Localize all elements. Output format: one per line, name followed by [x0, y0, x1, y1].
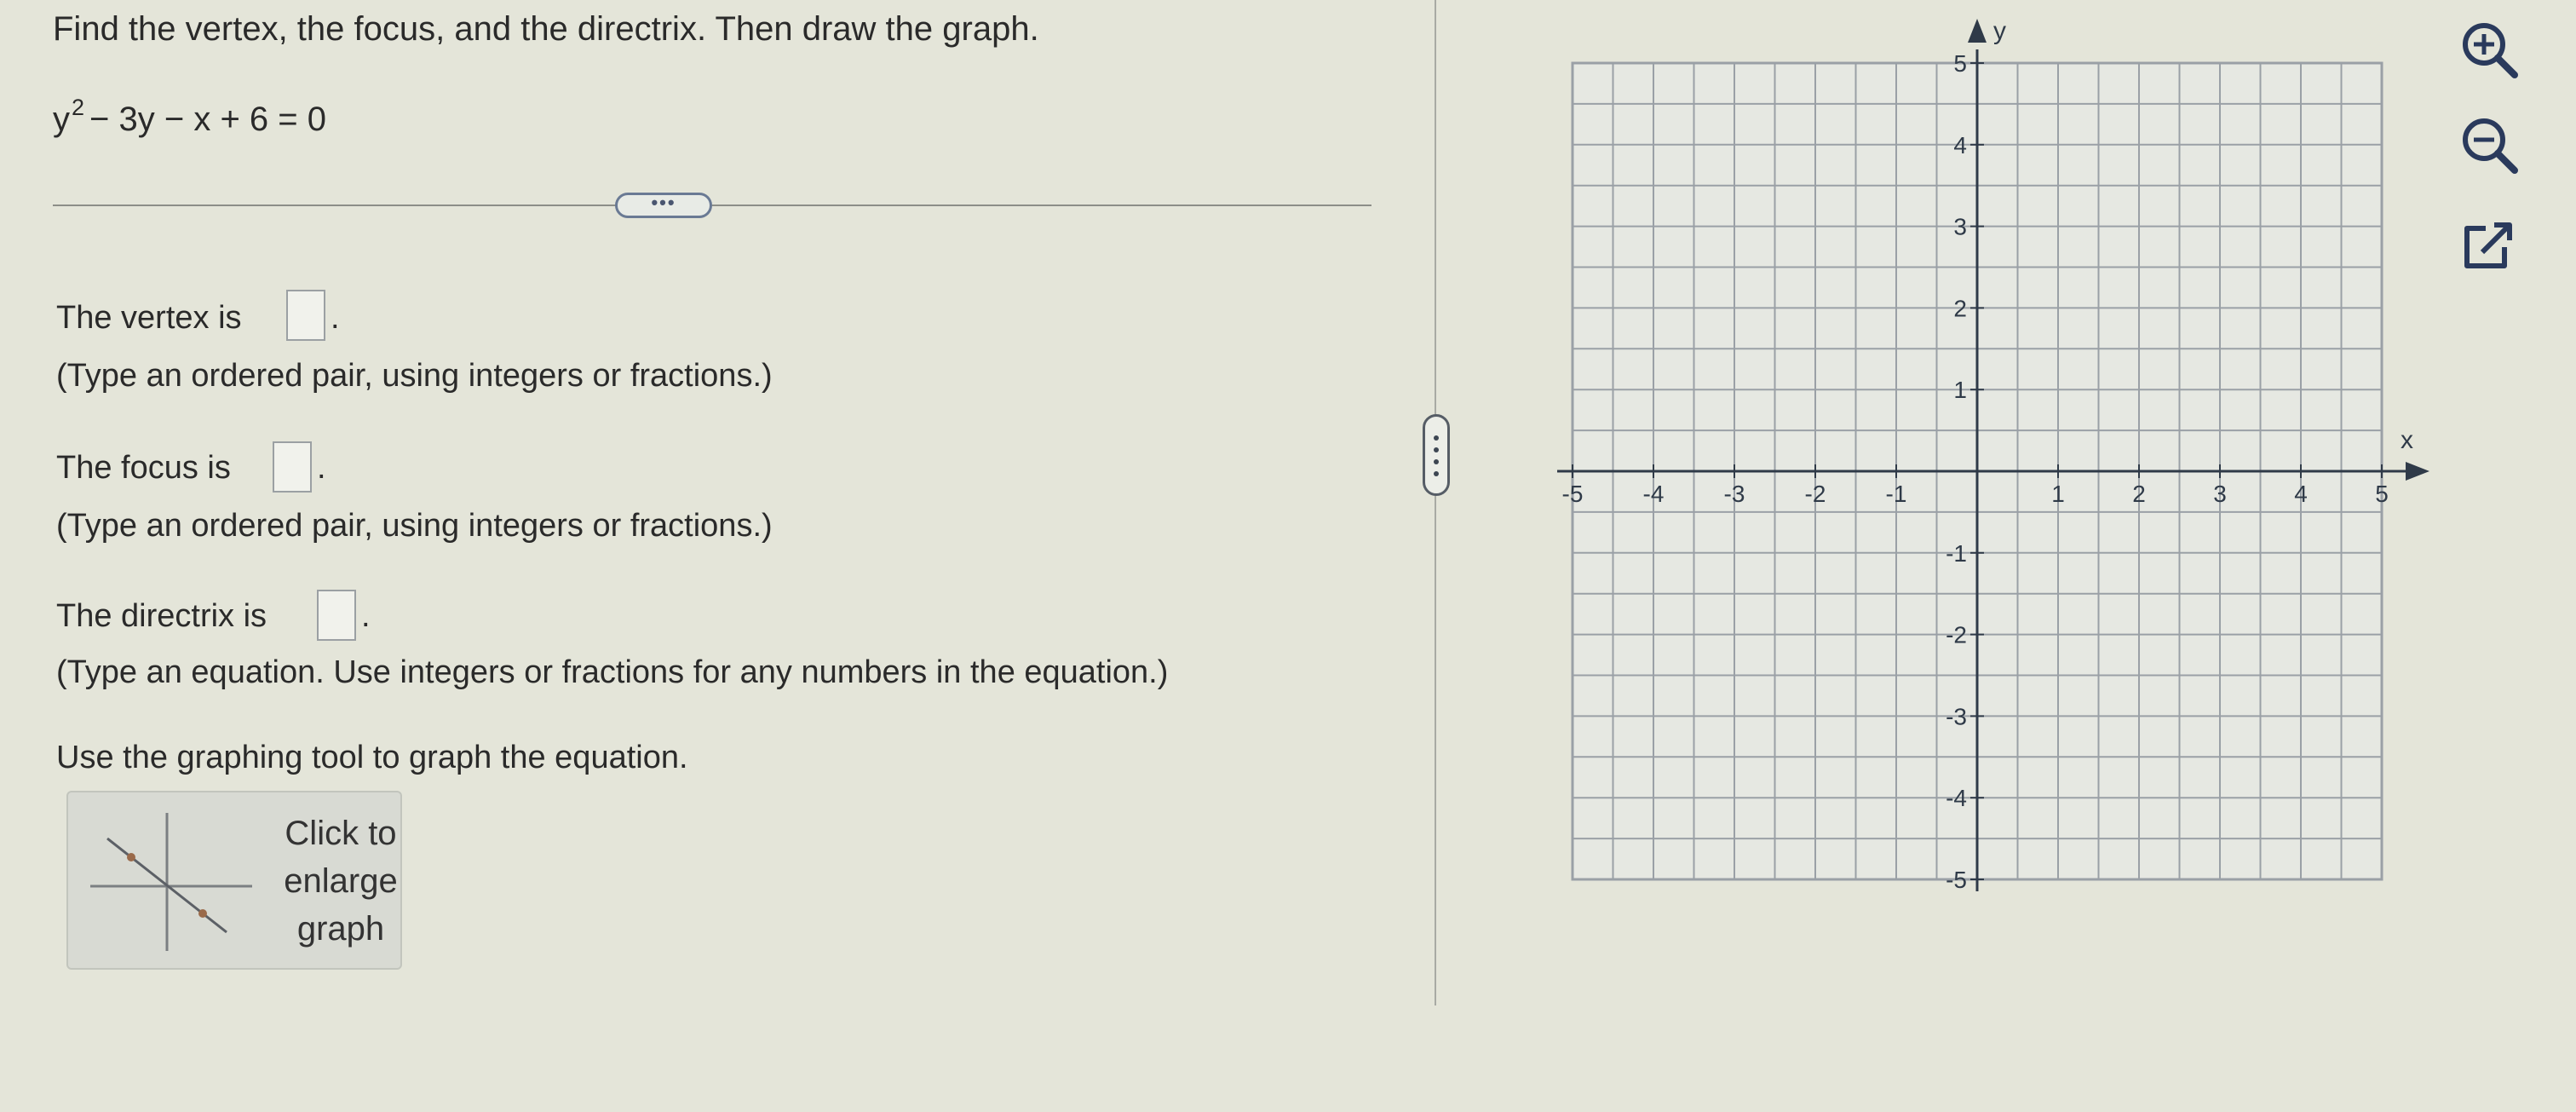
zoom-out-icon[interactable]: [2455, 111, 2523, 179]
x-axis-label: x: [2401, 426, 2413, 454]
y-axis-arrow: [1968, 19, 1987, 43]
graph-instruction: Use the graphing tool to graph the equat…: [56, 740, 688, 775]
focus-label: The focus is: [56, 450, 231, 486]
y-tick-label: -5: [1946, 867, 1967, 893]
x-tick-label: -3: [1724, 481, 1745, 507]
x-tick-label: 3: [2213, 481, 2227, 507]
focus-period: .: [317, 450, 326, 486]
x-tick-label: 4: [2294, 481, 2308, 507]
x-tick-label: 5: [2375, 481, 2389, 507]
vertex-label: The vertex is: [56, 300, 242, 336]
directrix-answer-input[interactable]: [317, 590, 356, 641]
question-prompt: Find the vertex, the focus, and the dire…: [53, 10, 1039, 48]
equation-base: y: [53, 101, 70, 138]
panel-resize-handle[interactable]: [1423, 414, 1450, 496]
y-tick-label: -2: [1946, 622, 1967, 648]
y-tick-label: 2: [1953, 295, 1967, 321]
zoom-in-icon[interactable]: [2455, 15, 2523, 84]
directrix-label: The directrix is: [56, 598, 267, 634]
vertex-answer-input[interactable]: [286, 290, 325, 341]
y-tick-label: -1: [1946, 540, 1967, 567]
enlarge-graph-button[interactable]: Click to enlarge graph: [66, 791, 402, 970]
x-tick-label: -1: [1886, 481, 1907, 507]
equation-exponent: 2: [72, 95, 85, 120]
graph-thumbnail-icon: [90, 813, 252, 951]
y-tick-label: 4: [1953, 132, 1967, 158]
section-divider: [53, 205, 1371, 206]
focus-answer-input[interactable]: [273, 441, 312, 493]
x-tick-label: -5: [1562, 481, 1584, 507]
equation-rest: − 3y − x + 6 = 0: [89, 101, 326, 138]
y-tick-label: -3: [1946, 703, 1967, 729]
y-tick-label: 5: [1953, 50, 1967, 77]
external-link-icon[interactable]: [2455, 213, 2523, 281]
x-tick-label: 1: [2051, 481, 2065, 507]
x-tick-label: 2: [2132, 481, 2146, 507]
enlarge-graph-label: Click to enlarge graph: [284, 815, 398, 948]
x-tick-label: -2: [1805, 481, 1826, 507]
plot-area: [1571, 61, 2383, 881]
y-axis-label: y: [1993, 17, 2006, 45]
focus-hint: (Type an ordered pair, using integers or…: [56, 508, 773, 544]
y-tick-label: 1: [1953, 377, 1967, 403]
vertex-hint: (Type an ordered pair, using integers or…: [56, 358, 773, 394]
y-tick-label: 3: [1953, 214, 1967, 240]
directrix-hint: (Type an equation. Use integers or fract…: [56, 654, 1169, 690]
x-axis-arrow: [2406, 462, 2429, 481]
parabola-equation: y2− 3y − x + 6 = 0: [53, 95, 326, 139]
expand-more-button[interactable]: •••: [615, 193, 712, 218]
vertex-period: .: [331, 300, 340, 336]
y-tick-label: -4: [1946, 785, 1967, 811]
directrix-period: .: [361, 598, 371, 634]
x-tick-label: -4: [1643, 481, 1665, 507]
panel-divider: [1435, 0, 1436, 1005]
